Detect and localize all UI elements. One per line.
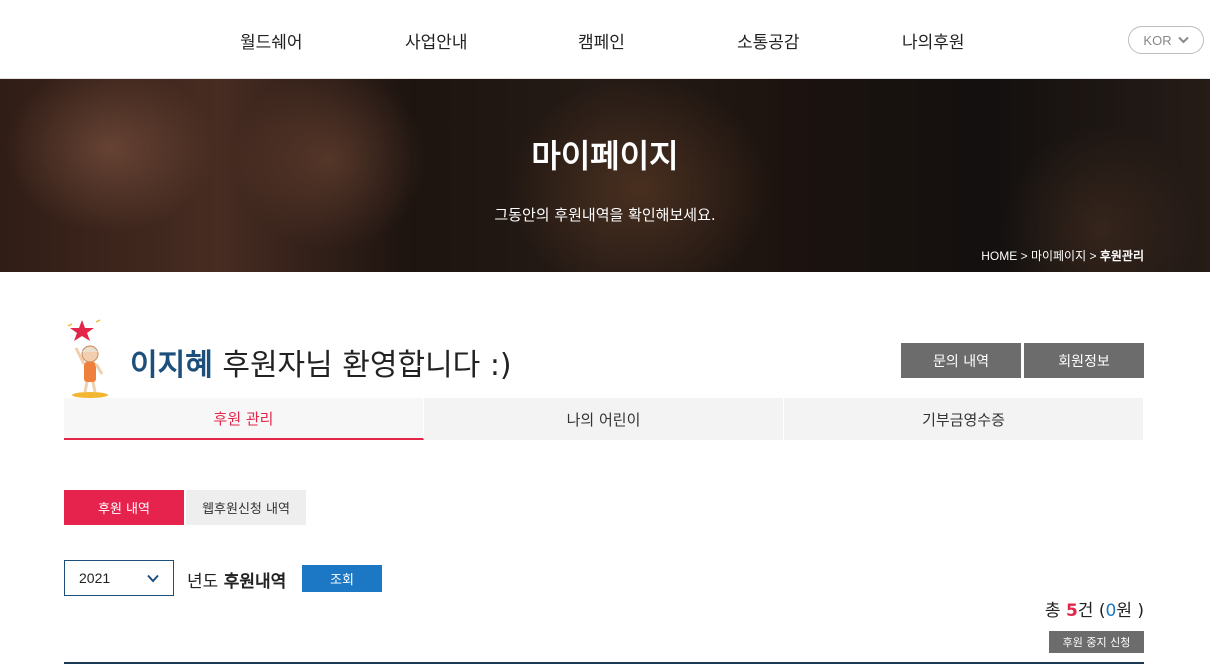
nav-item-worldshare[interactable]: 월드쉐어 [240,28,303,53]
breadcrumb-home[interactable]: HOME [981,249,1017,263]
nav-item-campaign[interactable]: 캠페인 [578,28,625,53]
stop-support-button[interactable]: 후원 중지 신청 [1049,631,1144,653]
summary-prefix: 총 [1044,601,1066,621]
breadcrumb: HOME > 마이페이지 > 후원관리 [981,247,1144,264]
nav-item-my-support[interactable]: 나의후원 [902,28,965,53]
page-title: 마이페이지 [531,137,679,175]
mascot-star-icon [67,319,108,398]
tab-donation-receipt[interactable]: 기부금영수증 [784,398,1144,440]
nav-item-community[interactable]: 소통공감 [737,28,800,53]
search-button[interactable]: 조회 [302,565,382,592]
welcome-message: 이지혜 후원자님 환영합니다 :) [130,340,512,384]
breadcrumb-separator: > [1086,249,1100,263]
year-select[interactable]: 2021 [64,560,174,596]
language-select[interactable]: KOR [1128,26,1204,54]
language-label: KOR [1143,32,1172,48]
summary-amount: 0 [1105,601,1117,621]
top-navigation: 월드쉐어 사업안내 캠페인 소통공감 나의후원 KOR [0,0,1210,79]
subtab-support-history[interactable]: 후원 내역 [64,490,184,525]
summary-count-unit: 건 ( [1077,601,1106,621]
user-name: 이지혜 [130,348,213,383]
breadcrumb-separator: > [1017,249,1031,263]
inquiry-history-button[interactable]: 문의 내역 [901,343,1021,378]
year-label-title: 후원내역 [223,572,287,592]
breadcrumb-mypage[interactable]: 마이페이지 [1031,249,1086,263]
chevron-down-icon [147,574,159,583]
nav-item-business[interactable]: 사업안내 [405,28,468,53]
tab-my-child[interactable]: 나의 어린이 [424,398,784,440]
welcome-text: 후원자님 환영합니다 :) [212,348,512,383]
year-label: 년도 후원내역 [187,567,286,592]
hero-banner: 마이페이지 그동안의 후원내역을 확인해보세요. HOME > 마이페이지 > … [0,79,1210,272]
summary-amount-unit: 원 ) [1116,601,1144,621]
year-label-prefix: 년도 [187,572,224,592]
member-info-button[interactable]: 회원정보 [1024,343,1144,378]
summary-count: 5 [1065,601,1078,621]
breadcrumb-current: 후원관리 [1099,249,1144,263]
subtab-web-application-history[interactable]: 웹후원신청 내역 [186,490,306,525]
main-tabs: 후원 관리 나의 어린이 기부금영수증 [64,398,1144,440]
summary-total: 총 5건 (0원 ) [1045,596,1144,621]
table-top-border [64,662,1144,664]
year-value: 2021 [79,570,111,586]
chevron-down-icon [1177,36,1189,44]
page-subtitle: 그동안의 후원내역을 확인해보세요. [494,206,716,224]
tab-support-management[interactable]: 후원 관리 [64,398,424,440]
